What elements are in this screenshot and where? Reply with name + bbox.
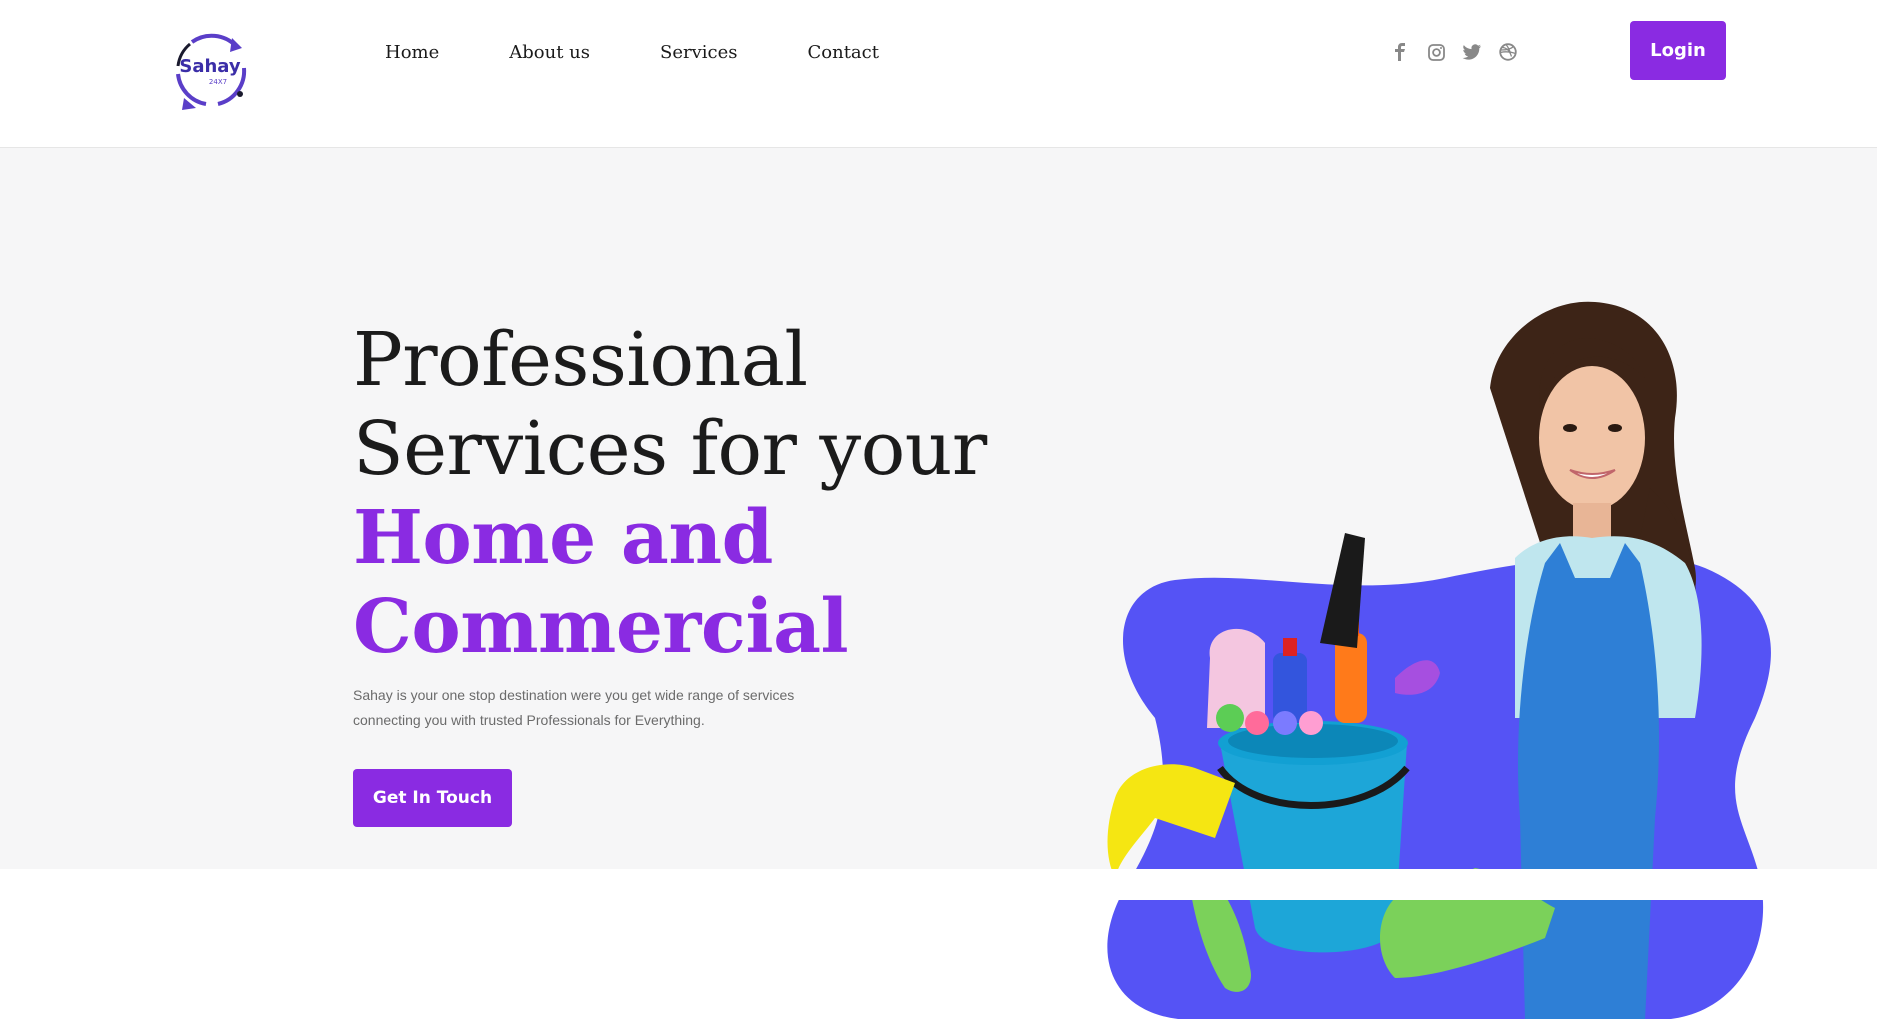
hero-illustration [1095, 298, 1775, 1020]
headline-line-1: Professional [353, 317, 808, 403]
dribbble-icon[interactable] [1498, 42, 1518, 62]
hero-description-line-2: connecting you with trusted Professional… [353, 712, 705, 728]
instagram-icon[interactable] [1426, 42, 1446, 62]
hero-section: Professional Services for your Home and … [0, 148, 1877, 1020]
login-button[interactable]: Login [1630, 21, 1726, 80]
twitter-icon[interactable] [1462, 42, 1482, 62]
sahay-logo[interactable]: Sahay 24X7 [170, 28, 254, 112]
hero-description-line-1: Sahay is your one stop destination were … [353, 687, 795, 703]
main-nav: Home About us Services Contact [385, 42, 949, 64]
facebook-icon[interactable] [1390, 42, 1410, 62]
nav-contact[interactable]: Contact [808, 42, 879, 64]
logo-tagline: 24X7 [209, 78, 227, 86]
headline-line-2: Services for your [353, 406, 987, 492]
nav-services[interactable]: Services [660, 42, 737, 64]
hero-headline: Professional Services for your Home and … [353, 316, 987, 672]
hero-description: Sahay is your one stop destination were … [353, 683, 833, 733]
nav-about-us[interactable]: About us [509, 42, 590, 64]
nav-home[interactable]: Home [385, 42, 439, 64]
bottom-strip [0, 869, 1877, 900]
cleaning-woman-illustration [1107, 301, 1771, 1020]
headline-accent-line-2: Commercial [353, 584, 849, 670]
logo-wordmark: Sahay [179, 56, 241, 77]
get-in-touch-button[interactable]: Get In Touch [353, 769, 512, 827]
social-links [1390, 42, 1518, 62]
logo-mark-icon: Sahay 24X7 [176, 33, 247, 110]
headline-accent-line-1: Home and [353, 495, 773, 581]
site-header: Sahay 24X7 Home About us Services Contac… [0, 0, 1877, 148]
